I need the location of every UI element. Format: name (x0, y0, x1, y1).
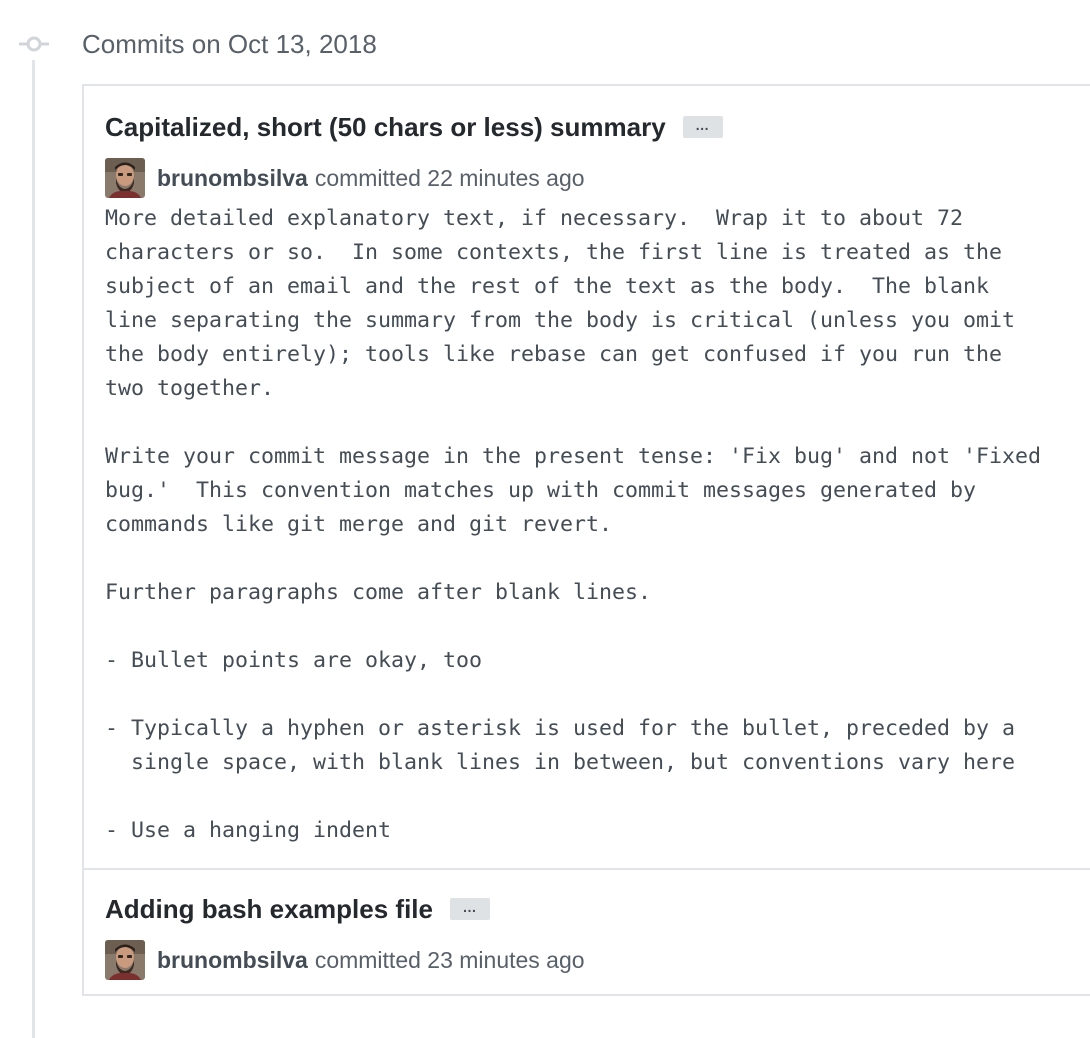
commit-title-row: Adding bash examples file … (105, 890, 1090, 928)
expand-message-button[interactable]: … (449, 898, 490, 920)
commit-description: More detailed explanatory text, if neces… (105, 206, 1042, 843)
commit-author-link[interactable]: brunombsilva (157, 947, 308, 974)
git-commit-icon (19, 36, 49, 52)
commit-item: Capitalized, short (50 chars or less) su… (84, 86, 1090, 868)
commit-meta: brunombsilva committed 22 minutes ago (105, 158, 1090, 198)
commit-group-date: Commits on Oct 13, 2018 (82, 29, 377, 59)
commit-author-link[interactable]: brunombsilva (157, 165, 308, 192)
expand-message-button[interactable]: … (682, 116, 723, 138)
commit-time: committed 23 minutes ago (314, 946, 585, 973)
commit-time: committed 22 minutes ago (314, 164, 585, 191)
commit-meta: brunombsilva committed 23 minutes ago (105, 940, 1090, 980)
commit-title-link[interactable]: Capitalized, short (50 chars or less) su… (105, 108, 666, 146)
user-avatar-icon[interactable] (105, 158, 145, 198)
commit-list: Capitalized, short (50 chars or less) su… (82, 84, 1090, 996)
timeline-line (32, 60, 35, 1038)
commit-item: Adding bash examples file … brunombsilva… (84, 868, 1090, 994)
user-avatar-icon[interactable] (105, 940, 145, 980)
commit-title-row: Capitalized, short (50 chars or less) su… (105, 108, 1090, 146)
commit-title-link[interactable]: Adding bash examples file (105, 890, 433, 928)
